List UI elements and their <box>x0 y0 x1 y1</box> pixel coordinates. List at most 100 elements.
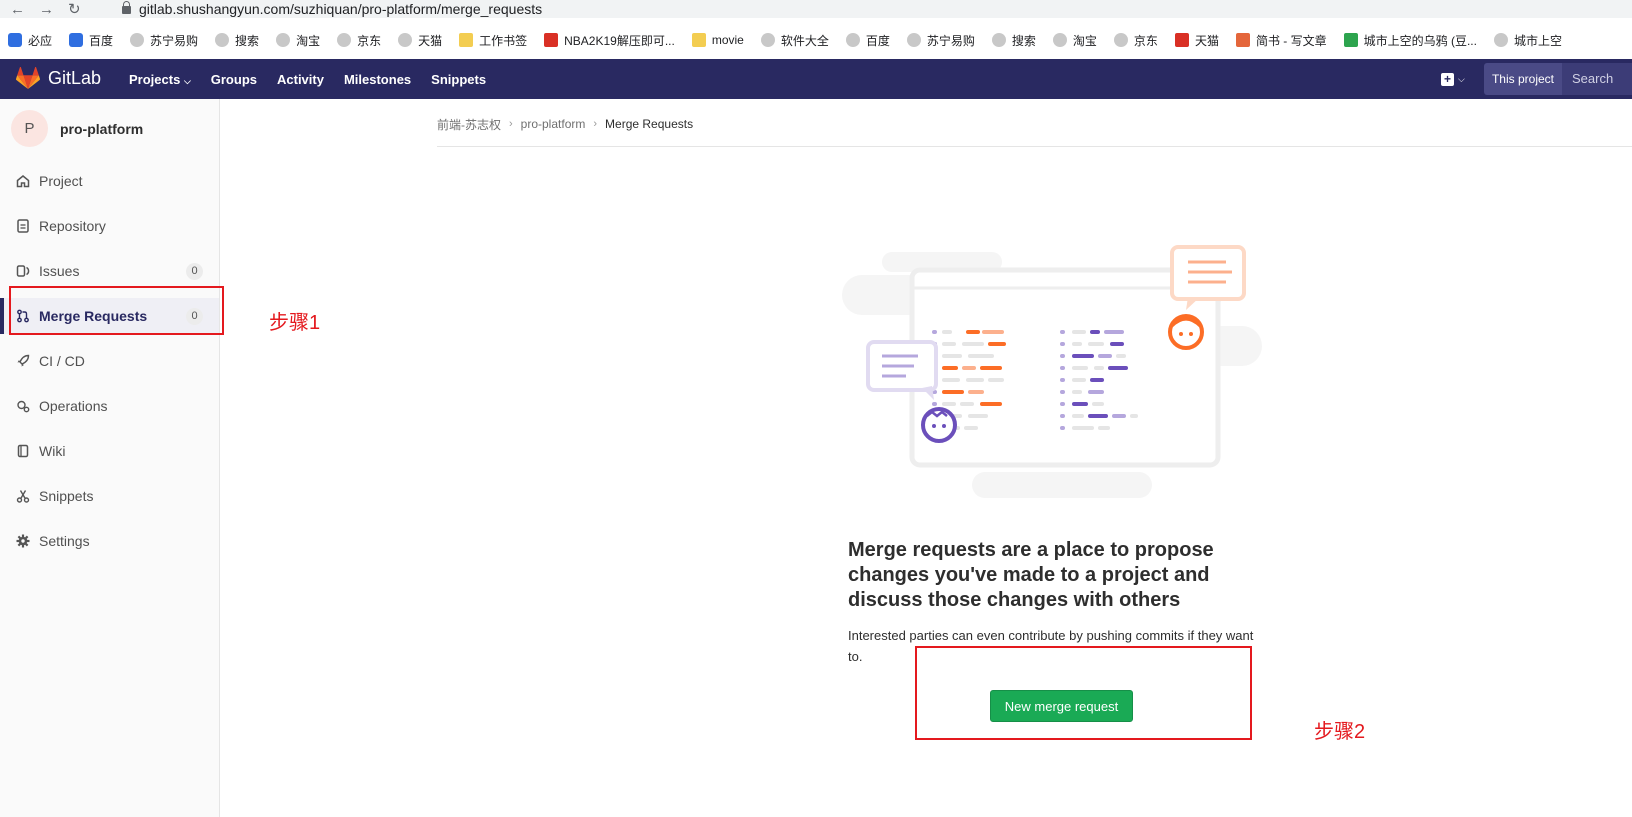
nav-projects[interactable]: Projects ⌵ <box>129 72 191 87</box>
bookmark-icon <box>691 33 706 47</box>
bookmark-icon <box>398 33 413 47</box>
chevron-right-icon: › <box>509 118 513 130</box>
bookmark-item[interactable]: 京东 <box>1106 32 1167 49</box>
bookmark-item[interactable]: 淘宝 <box>1045 32 1106 49</box>
brand-name[interactable]: GitLab <box>48 68 101 89</box>
top-nav: Projects ⌵ Groups Activity Milestones Sn… <box>129 59 486 99</box>
gitlab-logo[interactable]: GitLab <box>16 67 101 89</box>
sidebar-item-label: Project <box>39 173 83 189</box>
bookmark-icon <box>991 33 1006 47</box>
bookmark-item[interactable]: 必应 <box>0 32 61 49</box>
merge-requests-illustration <box>842 240 1282 505</box>
reload-icon[interactable]: ↻ <box>68 0 81 18</box>
sidebar-item-operations[interactable]: Operations <box>0 388 219 424</box>
sidebar-item-ci-cd[interactable]: CI / CD <box>0 343 219 379</box>
bookmark-label: movie <box>711 33 744 47</box>
bookmark-item[interactable]: 工作书签 <box>451 32 536 49</box>
nav-milestones[interactable]: Milestones <box>344 72 411 87</box>
bookmark-label: 软件大全 <box>780 33 829 48</box>
bookmark-icon <box>215 33 230 47</box>
gitlab-header: GitLab Projects ⌵ Groups Activity Milest… <box>0 59 1632 99</box>
bookmark-label: 天猫 <box>1194 33 1219 48</box>
bookmark-item[interactable]: 百度 <box>61 32 122 49</box>
bookmark-label: 苏宁易购 <box>926 33 975 48</box>
nav-activity[interactable]: Activity <box>277 72 324 87</box>
bookmark-label: 天猫 <box>418 33 443 48</box>
bookmark-item[interactable]: 百度 <box>838 32 899 49</box>
sidebar-item-label: Wiki <box>39 443 66 459</box>
project-sidebar: P pro-platform Project Repository Issues… <box>0 99 220 817</box>
back-icon[interactable]: ← <box>10 1 25 18</box>
bookmark-icon <box>1343 33 1358 47</box>
breadcrumb-group[interactable]: 前端-苏志权 <box>437 116 501 133</box>
bookmark-item[interactable]: movie <box>684 33 753 47</box>
sidebar-item-label: Settings <box>39 533 90 549</box>
bookmark-icon <box>544 33 559 47</box>
bookmark-label: 城市上空的乌鸦 (豆... <box>1363 33 1477 48</box>
step2-highlight-box <box>915 646 1252 740</box>
address-bar[interactable]: gitlab.shushangyun.com/suzhiquan/pro-pla… <box>122 0 542 18</box>
bookmark-item[interactable]: 城市上空 <box>1486 32 1571 49</box>
bookmark-label: 淘宝 <box>1072 33 1097 48</box>
bookmark-icon <box>8 33 22 47</box>
bookmark-icon <box>760 33 775 47</box>
bookmark-label: 城市上空 <box>1513 33 1562 48</box>
bookmark-item[interactable]: 天猫 <box>1167 32 1228 49</box>
bookmark-item[interactable]: 淘宝 <box>268 32 329 49</box>
bookmark-icon <box>459 33 474 47</box>
bookmark-item[interactable]: 苏宁易购 <box>899 32 984 49</box>
sidebar-item-repository[interactable]: Repository <box>0 208 219 244</box>
bookmark-label: 百度 <box>865 33 890 48</box>
bookmark-icon <box>130 33 145 47</box>
sidebar-item-snippets[interactable]: Snippets <box>0 478 219 514</box>
gear-icon <box>16 534 30 548</box>
bookmark-item[interactable]: 京东 <box>329 32 390 49</box>
sidebar-item-label: Operations <box>39 398 108 414</box>
nav-groups[interactable]: Groups <box>211 72 257 87</box>
browser-nav: ← → ↻ <box>10 0 81 19</box>
search-scope-badge[interactable]: This project <box>1483 63 1562 95</box>
issues-count-badge: 0 <box>186 262 203 280</box>
browser-toolbar: ← → ↻ gitlab.shushangyun.com/suzhiquan/p… <box>0 0 1632 18</box>
bookmark-item[interactable]: 简书 - 写文章 <box>1228 32 1336 49</box>
sidebar-item-settings[interactable]: Settings <box>0 523 219 559</box>
chevron-right-icon: › <box>593 118 598 130</box>
project-name[interactable]: pro-platform <box>60 121 143 137</box>
bookmark-item[interactable]: NBA2K19解压即可... <box>536 32 684 49</box>
nav-snippets[interactable]: Snippets <box>431 72 486 87</box>
bookmark-item[interactable]: 搜索 <box>984 32 1045 49</box>
sidebar-item-issues[interactable]: Issues 0 <box>0 253 219 289</box>
cloud-gear-icon <box>16 399 30 413</box>
bookmark-item[interactable]: 天猫 <box>390 32 451 49</box>
bookmark-item[interactable]: 城市上空的乌鸦 (豆... <box>1336 32 1486 49</box>
sidebar-item-label: CI / CD <box>39 353 85 369</box>
bookmark-icon <box>1174 33 1189 47</box>
breadcrumb-current[interactable]: Merge Requests <box>605 117 693 131</box>
bookmark-item[interactable]: 软件大全 <box>753 32 838 49</box>
bookmark-item[interactable]: 搜索 <box>207 32 268 49</box>
chevron-down-icon: ⌵ <box>183 75 191 86</box>
sidebar-item-label: Issues <box>39 263 80 279</box>
doc-icon <box>16 219 30 233</box>
bookmark-icon <box>906 33 921 47</box>
new-dropdown-button[interactable]: + ⌵ <box>1436 65 1470 93</box>
gitlab-fox-icon <box>16 67 40 89</box>
home-icon <box>16 174 30 188</box>
url-text[interactable]: gitlab.shushangyun.com/suzhiquan/pro-pla… <box>139 1 542 17</box>
bookmark-item[interactable]: 苏宁易购 <box>122 32 207 49</box>
rocket-icon <box>16 354 30 368</box>
avatar: P <box>11 110 48 147</box>
chevron-down-icon: ⌵ <box>1458 73 1465 84</box>
sidebar-item-wiki[interactable]: Wiki <box>0 433 219 469</box>
bookmark-label: 淘宝 <box>296 33 321 48</box>
bookmark-icon <box>69 33 84 47</box>
breadcrumb: 前端-苏志权 › pro-platform › Merge Requests <box>437 114 693 134</box>
forward-icon[interactable]: → <box>39 1 54 18</box>
bookmark-icon <box>1493 33 1508 47</box>
search-input[interactable]: Search <box>1562 63 1632 95</box>
bookmarks-bar: 必应 百度 苏宁易购 搜索 淘宝 京东 天猫 工作书签 NBA2K19解压即可... movie 软… <box>0 28 1632 52</box>
bookmark-icon <box>276 33 291 47</box>
sidebar-project-header[interactable]: P pro-platform <box>11 110 143 147</box>
sidebar-item-project[interactable]: Project <box>0 163 219 199</box>
breadcrumb-project[interactable]: pro-platform <box>521 117 586 131</box>
